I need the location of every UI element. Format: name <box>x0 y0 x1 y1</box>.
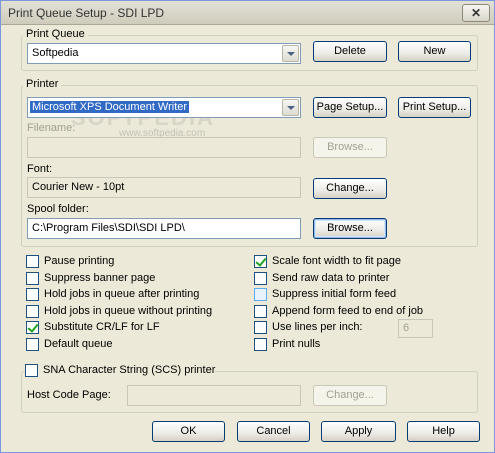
left-checkbox[interactable] <box>26 255 39 268</box>
right-checkbox-label: Suppress initial form feed <box>272 288 397 301</box>
left-option[interactable]: Hold jobs in queue without printing <box>26 304 236 319</box>
print-queue-select[interactable]: Softpedia <box>27 43 301 64</box>
right-checkbox[interactable] <box>254 271 267 285</box>
left-option[interactable]: Suppress banner page <box>26 271 236 286</box>
printer-select-value: Microsoft XPS Document Writer <box>30 101 190 113</box>
sna-checkbox[interactable]: SNA Character String (SCS) printer <box>25 364 215 378</box>
spool-folder-field-value: C:\Program Files\SDI\SDI LPD\ <box>32 222 185 234</box>
left-checkbox-label: Substitute CR/LF for LF <box>44 321 160 334</box>
font-field-value: Courier New - 10pt <box>32 181 125 193</box>
sna-checkbox-label: SNA Character String (SCS) printer <box>43 364 216 376</box>
left-checkbox[interactable] <box>26 321 39 335</box>
left-option[interactable]: Substitute CR/LF for LF <box>26 321 236 335</box>
ok-button[interactable]: OK <box>152 421 225 442</box>
close-icon[interactable]: ✕ <box>462 4 490 22</box>
apply-button[interactable]: Apply <box>321 421 396 442</box>
left-checkbox[interactable] <box>26 304 39 318</box>
right-checkbox[interactable] <box>254 338 267 351</box>
right-option[interactable]: Scale font width to fit page <box>254 255 464 269</box>
host-code-page-field <box>127 385 301 406</box>
left-checkbox[interactable] <box>26 338 39 351</box>
delete-button[interactable]: Delete <box>313 41 387 62</box>
printer-legend: Printer <box>23 78 62 90</box>
right-checkbox-label: Scale font width to fit page <box>272 255 402 267</box>
right-option[interactable]: Suppress initial form feed <box>254 288 464 302</box>
left-option[interactable]: Default queue <box>26 338 236 352</box>
printer-select[interactable]: Microsoft XPS Document Writer <box>27 97 301 118</box>
spool-browse-button[interactable]: Browse... <box>313 218 387 239</box>
left-checkbox[interactable] <box>26 271 39 285</box>
right-option[interactable]: Send raw data to printer <box>254 271 464 286</box>
right-checkbox[interactable] <box>254 304 267 318</box>
change-font-button[interactable]: Change... <box>313 178 387 199</box>
window-title: Print Queue Setup - SDI LPD <box>8 6 165 20</box>
left-checkbox-label: Hold jobs in queue after printing <box>44 288 200 301</box>
print-queue-setup-window: Print Queue Setup - SDI LPD ✕ Print Queu… <box>0 0 495 453</box>
left-checkbox-label: Pause printing <box>44 255 115 267</box>
chevron-down-icon[interactable] <box>282 99 299 116</box>
font-label: Font: <box>27 163 53 175</box>
lines-per-inch-spinner: 6 <box>398 319 433 338</box>
right-option[interactable]: Print nulls <box>254 338 464 352</box>
filename-browse-button: Browse... <box>313 137 387 158</box>
new-button[interactable]: New <box>398 41 471 62</box>
left-option[interactable]: Pause printing <box>26 255 236 269</box>
right-checkbox-label: Use lines per inch: <box>272 321 363 334</box>
host-code-page-label: Host Code Page: <box>27 389 111 401</box>
print-queue-select-value: Softpedia <box>32 47 79 59</box>
left-checkbox[interactable] <box>26 288 39 302</box>
sna-checkbox-box[interactable] <box>25 364 38 377</box>
right-checkbox[interactable] <box>254 288 267 302</box>
print-setup-button[interactable]: Print Setup... <box>398 97 471 118</box>
font-field: Courier New - 10pt <box>27 177 301 198</box>
right-checkbox-label: Print nulls <box>272 338 321 350</box>
right-checkbox[interactable] <box>254 255 267 268</box>
chevron-down-icon[interactable] <box>282 45 299 62</box>
left-checkbox-label: Default queue <box>44 338 113 350</box>
right-checkbox-label: Send raw data to printer <box>272 271 390 284</box>
lines-per-inch-value: 6 <box>403 322 410 334</box>
host-code-page-change-button: Change... <box>313 385 387 406</box>
left-checkbox-label: Suppress banner page <box>44 271 156 284</box>
right-option[interactable]: Append form feed to end of job <box>254 304 464 319</box>
right-checkbox[interactable] <box>254 321 267 335</box>
help-button[interactable]: Help <box>407 421 480 442</box>
spool-folder-field[interactable]: C:\Program Files\SDI\SDI LPD\ <box>27 218 301 239</box>
print-queue-legend: Print Queue <box>23 28 88 40</box>
left-checkbox-label: Hold jobs in queue without printing <box>44 304 213 317</box>
right-checkbox-label: Append form feed to end of job <box>272 304 424 317</box>
filename-field <box>27 137 301 158</box>
title-bar[interactable]: Print Queue Setup - SDI LPD ✕ <box>1 1 494 25</box>
filename-label: Filename: <box>27 122 76 134</box>
cancel-button[interactable]: Cancel <box>237 421 310 442</box>
left-option[interactable]: Hold jobs in queue after printing <box>26 288 236 302</box>
page-setup-button[interactable]: Page Setup... <box>313 97 387 118</box>
spool-folder-label: Spool folder: <box>27 203 89 215</box>
